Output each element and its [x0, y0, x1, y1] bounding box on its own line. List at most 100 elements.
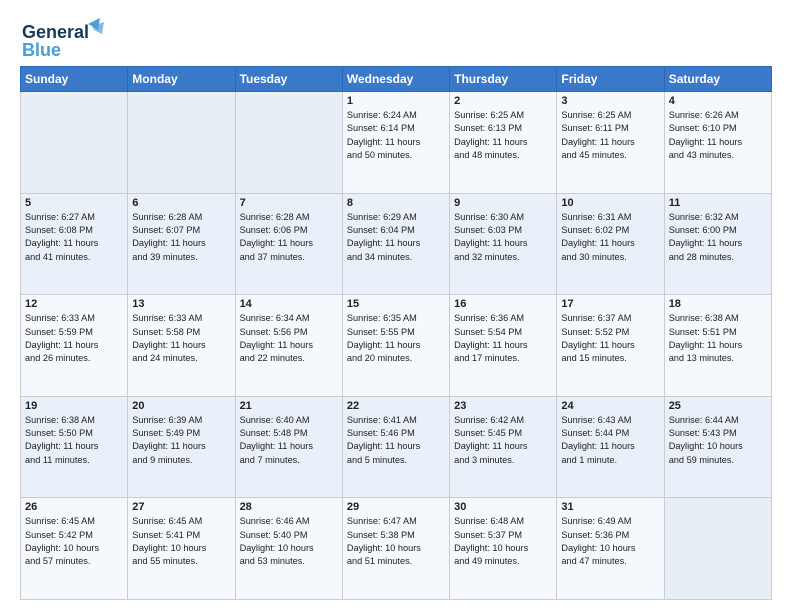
day-number: 6 — [132, 197, 230, 209]
calendar-cell: 25Sunrise: 6:44 AMSunset: 5:43 PMDayligh… — [664, 396, 771, 498]
day-number: 28 — [240, 501, 338, 513]
calendar-cell: 29 Sunrise: 6:47 AMSunset: 5:38 PMDayligh… — [342, 498, 449, 600]
calendar-cell: 10 Sunrise: 6:31 AMSunset: 6:02 PMDayligh… — [557, 193, 664, 295]
day-info: Sunrise: 6:34 AMSunset: 5:56 PMDaylight:… — [240, 312, 338, 365]
calendar-cell: 4 Sunrise: 6:26 AMSunset: 6:10 PMDaylight… — [664, 92, 771, 194]
calendar-cell: 15 Sunrise: 6:35 AMSunset: 5:55 PMDayligh… — [342, 295, 449, 397]
day-number: 9 — [454, 197, 552, 209]
calendar-cell: 17Sunrise: 6:37 AMSunset: 5:52 PMDayligh… — [557, 295, 664, 397]
calendar-cell: 13 Sunrise: 6:33 AMSunset: 5:58 PMDayligh… — [128, 295, 235, 397]
day-number: 30 — [454, 501, 552, 513]
day-info: Sunrise: 6:38 AMSunset: 5:50 PMDaylight:… — [25, 414, 123, 467]
day-info: Sunrise: 6:25 AMSunset: 6:11 PMDaylight:… — [561, 109, 659, 162]
day-info: Sunrise: 6:33 AMSunset: 5:59 PMDaylight:… — [25, 312, 123, 365]
day-info: Sunrise: 6:45 AMSunset: 5:42 PMDaylight:… — [25, 515, 123, 568]
day-info: Sunrise: 6:26 AMSunset: 6:10 PMDaylight:… — [669, 109, 767, 162]
calendar-cell: 26 Sunrise: 6:45 AMSunset: 5:42 PMDayligh… — [21, 498, 128, 600]
day-info: Sunrise: 6:48 AMSunset: 5:37 PMDaylight:… — [454, 515, 552, 568]
day-number: 23 — [454, 400, 552, 412]
day-info: Sunrise: 6:40 AMSunset: 5:48 PMDaylight:… — [240, 414, 338, 467]
calendar-cell: 2 Sunrise: 6:25 AMSunset: 6:13 PMDaylight… — [450, 92, 557, 194]
day-info: Sunrise: 6:39 AMSunset: 5:49 PMDaylight:… — [132, 414, 230, 467]
calendar-cell: 16 Sunrise: 6:36 AMSunset: 5:54 PMDayligh… — [450, 295, 557, 397]
calendar-cell: 7 Sunrise: 6:28 AMSunset: 6:06 PMDaylight… — [235, 193, 342, 295]
calendar-header-wednesday: Wednesday — [342, 67, 449, 92]
day-number: 21 — [240, 400, 338, 412]
calendar-cell: 8 Sunrise: 6:29 AMSunset: 6:04 PMDaylight… — [342, 193, 449, 295]
day-info: Sunrise: 6:33 AMSunset: 5:58 PMDaylight:… — [132, 312, 230, 365]
svg-text:General: General — [22, 22, 89, 42]
calendar-cell: 5Sunrise: 6:27 AMSunset: 6:08 PMDaylight… — [21, 193, 128, 295]
day-info: Sunrise: 6:46 AMSunset: 5:40 PMDaylight:… — [240, 515, 338, 568]
calendar-cell: 14 Sunrise: 6:34 AMSunset: 5:56 PMDayligh… — [235, 295, 342, 397]
day-number: 1 — [347, 95, 445, 107]
day-info: Sunrise: 6:35 AMSunset: 5:55 PMDaylight:… — [347, 312, 445, 365]
logo: General Blue — [20, 16, 110, 60]
day-number: 12 — [25, 298, 123, 310]
calendar-week-3: 12 Sunrise: 6:33 AMSunset: 5:59 PMDayligh… — [21, 295, 772, 397]
calendar-cell: 31 Sunrise: 6:49 AMSunset: 5:36 PMDayligh… — [557, 498, 664, 600]
day-info: Sunrise: 6:30 AMSunset: 6:03 PMDaylight:… — [454, 211, 552, 264]
calendar-cell — [21, 92, 128, 194]
day-info: Sunrise: 6:32 AMSunset: 6:00 PMDaylight:… — [669, 211, 767, 264]
calendar-cell: 1 Sunrise: 6:24 AMSunset: 6:14 PMDaylight… — [342, 92, 449, 194]
day-number: 26 — [25, 501, 123, 513]
calendar-cell: 28 Sunrise: 6:46 AMSunset: 5:40 PMDayligh… — [235, 498, 342, 600]
day-number: 16 — [454, 298, 552, 310]
calendar-header-monday: Monday — [128, 67, 235, 92]
day-info: Sunrise: 6:29 AMSunset: 6:04 PMDaylight:… — [347, 211, 445, 264]
calendar-week-5: 26 Sunrise: 6:45 AMSunset: 5:42 PMDayligh… — [21, 498, 772, 600]
day-number: 24 — [561, 400, 659, 412]
day-info: Sunrise: 6:31 AMSunset: 6:02 PMDaylight:… — [561, 211, 659, 264]
calendar-week-1: 1 Sunrise: 6:24 AMSunset: 6:14 PMDaylight… — [21, 92, 772, 194]
calendar-cell — [235, 92, 342, 194]
logo-svg: General Blue — [20, 16, 110, 60]
day-number: 25 — [669, 400, 767, 412]
day-number: 20 — [132, 400, 230, 412]
day-number: 18 — [669, 298, 767, 310]
header: General Blue — [20, 16, 772, 60]
day-info: Sunrise: 6:38 AMSunset: 5:51 PMDaylight:… — [669, 312, 767, 365]
calendar-cell: 3 Sunrise: 6:25 AMSunset: 6:11 PMDaylight… — [557, 92, 664, 194]
day-number: 10 — [561, 197, 659, 209]
calendar-header-friday: Friday — [557, 67, 664, 92]
calendar-cell: 30 Sunrise: 6:48 AMSunset: 5:37 PMDayligh… — [450, 498, 557, 600]
day-number: 22 — [347, 400, 445, 412]
calendar-cell: 18 Sunrise: 6:38 AMSunset: 5:51 PMDayligh… — [664, 295, 771, 397]
day-number: 2 — [454, 95, 552, 107]
day-number: 8 — [347, 197, 445, 209]
svg-text:Blue: Blue — [22, 40, 61, 60]
calendar-cell: 24 Sunrise: 6:43 AMSunset: 5:44 PMDayligh… — [557, 396, 664, 498]
calendar-table: SundayMondayTuesdayWednesdayThursdayFrid… — [20, 66, 772, 600]
day-info: Sunrise: 6:28 AMSunset: 6:06 PMDaylight:… — [240, 211, 338, 264]
day-number: 13 — [132, 298, 230, 310]
day-number: 15 — [347, 298, 445, 310]
calendar-header-thursday: Thursday — [450, 67, 557, 92]
calendar-cell — [128, 92, 235, 194]
day-info: Sunrise: 6:25 AMSunset: 6:13 PMDaylight:… — [454, 109, 552, 162]
day-number: 5 — [25, 197, 123, 209]
day-info: Sunrise: 6:24 AMSunset: 6:14 PMDaylight:… — [347, 109, 445, 162]
day-number: 4 — [669, 95, 767, 107]
day-info: Sunrise: 6:28 AMSunset: 6:07 PMDaylight:… — [132, 211, 230, 264]
day-info: Sunrise: 6:42 AMSunset: 5:45 PMDaylight:… — [454, 414, 552, 467]
page: General Blue SundayMondayTuesdayWednesda… — [0, 0, 792, 612]
day-number: 3 — [561, 95, 659, 107]
day-number: 27 — [132, 501, 230, 513]
day-info: Sunrise: 6:49 AMSunset: 5:36 PMDaylight:… — [561, 515, 659, 568]
day-number: 29 — [347, 501, 445, 513]
day-info: Sunrise: 6:36 AMSunset: 5:54 PMDaylight:… — [454, 312, 552, 365]
day-number: 14 — [240, 298, 338, 310]
day-info: Sunrise: 6:43 AMSunset: 5:44 PMDaylight:… — [561, 414, 659, 467]
calendar-cell: 11Sunrise: 6:32 AMSunset: 6:00 PMDayligh… — [664, 193, 771, 295]
day-number: 7 — [240, 197, 338, 209]
calendar-cell: 6 Sunrise: 6:28 AMSunset: 6:07 PMDaylight… — [128, 193, 235, 295]
calendar-cell: 23 Sunrise: 6:42 AMSunset: 5:45 PMDayligh… — [450, 396, 557, 498]
calendar-cell: 19Sunrise: 6:38 AMSunset: 5:50 PMDayligh… — [21, 396, 128, 498]
calendar-cell — [664, 498, 771, 600]
day-number: 31 — [561, 501, 659, 513]
calendar-cell: 21 Sunrise: 6:40 AMSunset: 5:48 PMDayligh… — [235, 396, 342, 498]
day-info: Sunrise: 6:37 AMSunset: 5:52 PMDaylight:… — [561, 312, 659, 365]
day-info: Sunrise: 6:45 AMSunset: 5:41 PMDaylight:… — [132, 515, 230, 568]
day-info: Sunrise: 6:47 AMSunset: 5:38 PMDaylight:… — [347, 515, 445, 568]
